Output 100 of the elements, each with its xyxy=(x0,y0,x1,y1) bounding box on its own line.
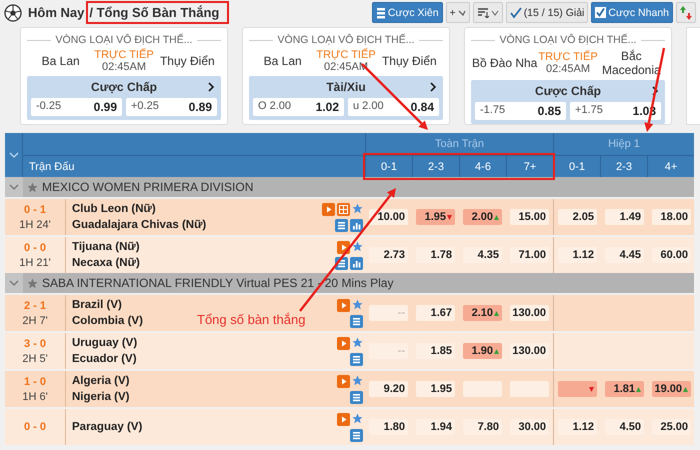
add-dropdown[interactable]: + xyxy=(446,2,470,23)
odds-button[interactable]: 1.12 xyxy=(558,419,597,435)
odds-button[interactable]: -1.75 0.85 xyxy=(475,102,566,120)
stack-icon[interactable] xyxy=(350,428,363,442)
odds-button[interactable]: 1.95 xyxy=(416,209,455,225)
odds-button[interactable]: 1.85 xyxy=(416,343,455,359)
star-icon[interactable] xyxy=(352,240,363,252)
odds-button[interactable]: 1.94 xyxy=(416,419,455,435)
market-title: Tài/Xiu xyxy=(326,80,366,94)
score: 2 - 1 xyxy=(24,300,46,312)
team-name: Guadalajara Chivas (Nữ) xyxy=(72,219,206,231)
team-name: Club Leon (Nữ) xyxy=(72,203,156,215)
odds-button[interactable]: 2.05 xyxy=(558,209,597,225)
odds-button[interactable]: 1.12 xyxy=(558,247,597,263)
match-period: 2H 5' xyxy=(22,352,48,364)
odds-button[interactable]: 60.00 xyxy=(652,247,691,263)
stack-icon[interactable] xyxy=(350,314,363,328)
odds-button[interactable]: 1.95 xyxy=(416,381,455,397)
play-icon[interactable] xyxy=(337,336,350,350)
odds-button[interactable]: 2.10 xyxy=(463,305,502,321)
parlay-button[interactable]: Cược Xiên xyxy=(372,2,443,23)
team-name: Thụy Điển xyxy=(380,54,438,68)
up-down-arrows-icon xyxy=(680,6,692,20)
team-name: Brazil (V) xyxy=(72,299,122,311)
stack-icon[interactable] xyxy=(350,390,363,404)
page-title: / Tổng Số Bàn Thắng xyxy=(89,5,220,20)
sort-dropdown[interactable] xyxy=(472,2,503,23)
odds-button[interactable]: 4.50 xyxy=(605,419,644,435)
odds-button[interactable]: 2.00 xyxy=(463,209,502,225)
odds-button[interactable]: O 2.00 1.02 xyxy=(253,98,344,116)
odds-button[interactable]: 4.45 xyxy=(605,247,644,263)
bar-chart-icon[interactable] xyxy=(350,256,363,270)
sort-icon xyxy=(476,8,489,18)
chevron-down-icon[interactable] xyxy=(9,279,19,287)
league-name: VÒNG LOẠI VÔ ĐỊCH THẾ... xyxy=(278,34,414,46)
chevron-right-icon[interactable] xyxy=(651,86,659,96)
league-header[interactable]: MEXICO WOMEN PRIMERA DIVISION xyxy=(5,177,694,197)
star-icon[interactable] xyxy=(352,202,363,214)
odds-button[interactable]: 19.00 xyxy=(652,381,691,397)
odds-button[interactable]: 1.81 xyxy=(605,381,644,397)
odds-button[interactable]: 130.00 xyxy=(510,343,549,359)
star-icon[interactable] xyxy=(352,298,363,310)
odds-button[interactable]: 18.00 xyxy=(652,209,691,225)
league-name: MEXICO WOMEN PRIMERA DIVISION xyxy=(42,180,254,194)
star-icon[interactable] xyxy=(27,278,38,288)
odds-button[interactable]: 7.80 xyxy=(463,419,502,435)
column-group-header: Hiệp 1 xyxy=(553,133,694,155)
odds-button[interactable]: 130.00 xyxy=(510,305,549,321)
live-label: TRỰC TIẾP xyxy=(316,49,376,61)
odds-button[interactable]: 71.00 xyxy=(510,247,549,263)
grid-icon[interactable] xyxy=(337,202,350,216)
star-icon[interactable] xyxy=(27,182,38,192)
odds-button[interactable]: 4.35 xyxy=(463,247,502,263)
play-icon[interactable] xyxy=(337,298,350,312)
team-name: Nigeria (V) xyxy=(72,391,130,403)
score: 0 - 0 xyxy=(24,242,46,254)
team-name: Thụy Điển xyxy=(158,54,216,68)
match-period: 1H 21' xyxy=(19,256,51,268)
live-label: TRỰC TIẾP xyxy=(538,51,598,63)
odds-button[interactable]: 9.20 xyxy=(369,381,408,397)
play-icon[interactable] xyxy=(322,202,335,216)
odds-button[interactable]: -0.25 0.99 xyxy=(31,98,122,116)
quick-bet-toggle[interactable]: Cược Nhanh xyxy=(591,2,673,23)
league-filter-button[interactable]: (15 / 15) Giải xyxy=(506,2,588,23)
stack-icon[interactable] xyxy=(335,218,348,232)
odds-button[interactable]: 15.00 xyxy=(510,209,549,225)
breadcrumb-link[interactable]: Hôm Nay xyxy=(28,5,84,20)
play-icon[interactable] xyxy=(337,374,350,388)
stack-icon[interactable] xyxy=(350,352,363,366)
score: 0 - 1 xyxy=(24,204,46,216)
odds-button[interactable]: 1.78 xyxy=(416,247,455,263)
star-icon[interactable] xyxy=(352,374,363,386)
odds-button[interactable]: +0.25 0.89 xyxy=(126,98,217,116)
team-name: Ba Lan xyxy=(40,54,81,68)
league-name: VÒNG LOẠI VÔ ĐỊCH THẾ... xyxy=(500,34,636,46)
star-icon[interactable] xyxy=(352,412,363,424)
odds-button[interactable]: u 2.00 0.84 xyxy=(348,98,439,116)
bar-chart-icon[interactable] xyxy=(350,218,363,232)
odds-button[interactable]: 1.49 xyxy=(605,209,644,225)
column-header: Trận Đấu xyxy=(29,160,74,172)
odds-button[interactable]: 1.67 xyxy=(416,305,455,321)
odds-button[interactable]: 1.80 xyxy=(369,419,408,435)
match-period: 1H 24' xyxy=(19,218,51,230)
live-label: TRỰC TIẾP xyxy=(94,49,154,61)
match-time: 02:45AM xyxy=(102,61,146,73)
play-icon[interactable] xyxy=(337,412,350,426)
odds-button[interactable]: 25.00 xyxy=(652,419,691,435)
caret-icon xyxy=(458,8,466,16)
odds-button[interactable]: 30.00 xyxy=(510,419,549,435)
star-icon[interactable] xyxy=(352,336,363,348)
team-name: Ba Lan xyxy=(262,54,303,68)
odds-direction-button[interactable] xyxy=(676,2,696,23)
odds-button[interactable]: 10.00 xyxy=(369,209,408,225)
chevron-right-icon[interactable] xyxy=(207,82,215,92)
column-group-header: Toàn Trận xyxy=(365,133,553,155)
odds-button[interactable]: 2.73 xyxy=(369,247,408,263)
chevron-right-icon[interactable] xyxy=(429,82,437,92)
chevron-down-icon[interactable] xyxy=(9,183,19,191)
odds-button[interactable]: 1.90 xyxy=(463,343,502,359)
market-title: Cược Chấp xyxy=(91,80,157,94)
